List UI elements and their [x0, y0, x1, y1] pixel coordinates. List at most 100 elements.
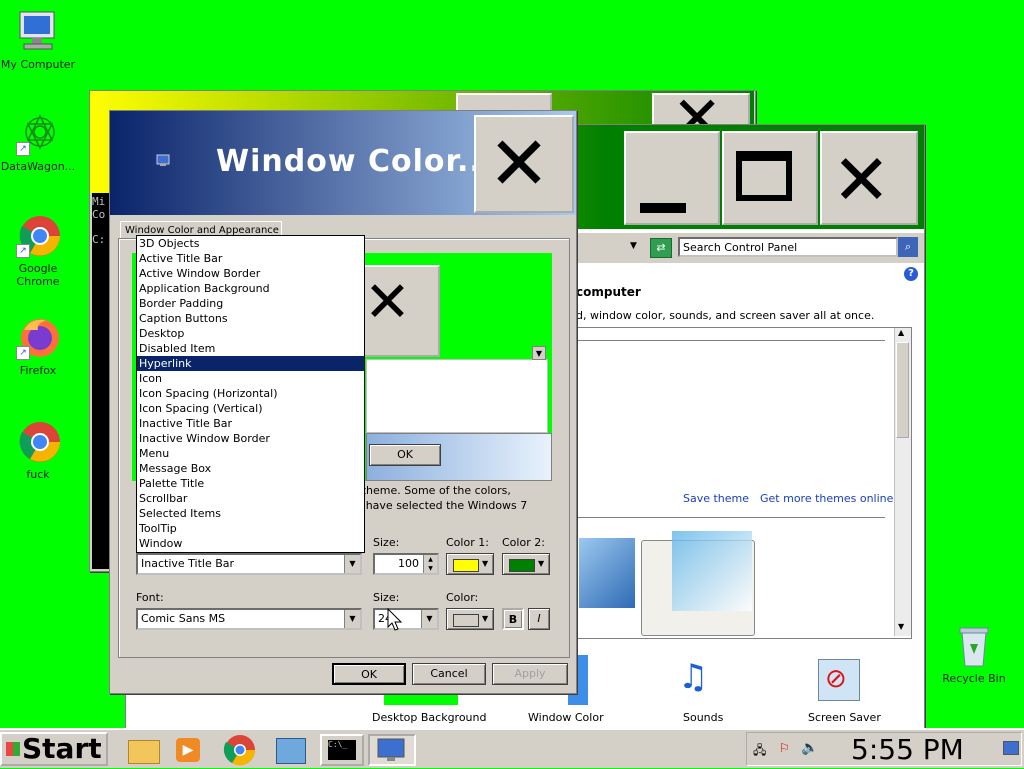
search-input[interactable]: Search Control Panel [678, 237, 898, 257]
help-button[interactable]: ? [904, 267, 918, 281]
list-item[interactable]: Disabled Item [137, 341, 364, 356]
list-item[interactable]: Desktop [137, 326, 364, 341]
list-item[interactable]: Icon [137, 371, 364, 386]
cp-maximize-button[interactable] [722, 131, 818, 225]
search-button[interactable]: ⌕ [898, 237, 918, 257]
ok-button[interactable]: OK [332, 663, 406, 685]
clock[interactable]: 5:55 PM [851, 733, 964, 766]
list-item[interactable]: Active Window Border [137, 266, 364, 281]
cp-minimize-button[interactable] [624, 131, 720, 225]
more-themes-link[interactable]: Get more themes online [760, 492, 893, 505]
show-desktop-icon[interactable] [1003, 741, 1019, 755]
desktop-icon-my-computer[interactable]: My Computer [0, 10, 78, 71]
list-item[interactable]: Inactive Window Border [137, 431, 364, 446]
security-alert-icon[interactable]: ⚐ [779, 741, 790, 755]
item-dropdown-list[interactable]: 3D Objects Active Title Bar Active Windo… [136, 235, 365, 553]
item-select[interactable]: Inactive Title Bar ▼ [136, 553, 362, 575]
cancel-button[interactable]: Cancel [412, 663, 486, 685]
font-select[interactable]: Comic Sans MS ▼ [136, 608, 362, 630]
desktop-icon-firefox[interactable]: ↗ Firefox [0, 316, 78, 377]
list-item-selected[interactable]: Hyperlink [137, 356, 364, 371]
font-color-button[interactable]: ▼ [446, 608, 494, 630]
chevron-down-icon[interactable]: ▼ [421, 610, 437, 628]
font-size-select[interactable]: 24 ▼ [373, 608, 439, 630]
taskbar-cmd[interactable]: C:\_ [320, 734, 364, 766]
monitor-icon [377, 738, 405, 761]
list-item[interactable]: ToolTip [137, 521, 364, 536]
my-computer-icon [16, 10, 60, 54]
apply-button[interactable]: Apply [492, 663, 568, 685]
list-item[interactable]: Active Title Bar [137, 251, 364, 266]
dialog-app-icon [156, 153, 170, 167]
taskbar-personalization[interactable] [368, 734, 416, 766]
list-item[interactable]: Application Background [137, 281, 364, 296]
scrollbar-thumb[interactable] [896, 342, 909, 438]
window-color-dialog[interactable]: Window Color... ✕ Window Color and Appea… [109, 110, 577, 694]
desktop-icon-datawagon[interactable]: ↗ DataWagon... [0, 112, 78, 173]
firefox-icon: ↗ [16, 316, 60, 360]
bold-button[interactable]: B [502, 608, 524, 630]
color1-swatch [453, 559, 479, 572]
desktop-icon-fuck[interactable]: fuck [0, 420, 78, 481]
list-item[interactable]: Icon Spacing (Horizontal) [137, 386, 364, 401]
color1-button[interactable]: ▼ [446, 553, 494, 575]
scroll-down-icon[interactable]: ▼ [898, 622, 904, 631]
spinner-arrows-icon[interactable]: ▲ ▼ [423, 555, 437, 573]
desktop-icon-label: My Computer [0, 58, 76, 71]
list-item[interactable]: Palette Title [137, 476, 364, 491]
scroll-up-icon[interactable]: ▲ [898, 328, 904, 337]
list-item[interactable]: Menu [137, 446, 364, 461]
theme-list[interactable]: Save theme Get more themes online ▲ ▼ [572, 327, 912, 639]
desktop-icon-recycle-bin[interactable]: Recycle Bin [934, 624, 1014, 685]
theme-thumbnail[interactable] [579, 538, 635, 608]
list-item[interactable]: Window [137, 536, 364, 551]
font-size-label: Size: [373, 591, 400, 604]
bottom-item-sounds[interactable]: ♫ Sounds [656, 655, 746, 725]
taskbar-chrome[interactable] [222, 734, 262, 766]
refresh-button[interactable]: ⇄ [650, 238, 672, 258]
minimize-icon [640, 203, 686, 213]
list-item[interactable]: Border Padding [137, 296, 364, 311]
preview-close-button: ✕ [358, 265, 440, 357]
preview-dropdown: ▼ [366, 346, 548, 433]
font-select-value: Comic Sans MS [141, 612, 226, 625]
list-item[interactable]: Caption Buttons [137, 311, 364, 326]
system-tray: 🖧 ⚐ 🔈 5:55 PM [746, 732, 1022, 766]
cp-close-button[interactable]: ✕ [820, 131, 918, 225]
desktop-icon-google-chrome[interactable]: ↗ Google Chrome [0, 214, 78, 288]
size-spinner[interactable]: 100 ▲ ▼ [373, 553, 439, 575]
refresh-icon: ⇄ [656, 241, 666, 254]
taskbar-media-player[interactable]: ▶ [170, 734, 210, 766]
close-icon: ✕ [832, 139, 891, 221]
list-item[interactable]: Scrollbar [137, 491, 364, 506]
list-item[interactable]: Selected Items [137, 506, 364, 521]
search-icon: ⌕ [904, 240, 912, 253]
chevron-down-icon: ▼ [538, 559, 545, 568]
control-panel-icon [276, 738, 306, 764]
start-button[interactable]: Start [0, 732, 108, 766]
address-dropdown-arrow-icon[interactable]: ▼ [630, 241, 637, 251]
taskbar-control-panel[interactable] [270, 734, 310, 766]
dialog-close-button[interactable]: ✕ [474, 115, 574, 213]
dialog-description-line: s 7 theme. Some of the colors, [342, 484, 511, 497]
chevron-down-icon[interactable]: ▼ [344, 610, 360, 628]
volume-icon[interactable]: 🔈 [801, 740, 818, 756]
italic-button[interactable]: I [528, 608, 550, 630]
theme-thumbnail[interactable] [641, 531, 755, 636]
color2-button[interactable]: ▼ [502, 553, 550, 575]
bottom-item-screen-saver[interactable]: ⊘ Screen Saver [796, 655, 896, 725]
chevron-down-icon: ▼ [482, 559, 489, 568]
list-item[interactable]: 3D Objects [137, 236, 364, 251]
chevron-down-icon: ▼ [482, 614, 489, 623]
list-item[interactable]: Message Box [137, 461, 364, 476]
network-icon[interactable]: 🖧 [753, 741, 766, 762]
chevron-down-icon[interactable]: ▼ [344, 555, 360, 573]
list-item[interactable]: Inactive Title Bar [137, 416, 364, 431]
taskbar-file-explorer[interactable] [124, 734, 164, 766]
save-theme-link[interactable]: Save theme [683, 492, 749, 505]
sounds-icon: ♫ [678, 657, 709, 697]
close-icon: ✕ [364, 270, 411, 335]
list-item[interactable]: Icon Spacing (Vertical) [137, 401, 364, 416]
bottom-item-label: Screen Saver [808, 711, 881, 724]
theme-scrollbar[interactable]: ▲ ▼ [894, 328, 911, 636]
